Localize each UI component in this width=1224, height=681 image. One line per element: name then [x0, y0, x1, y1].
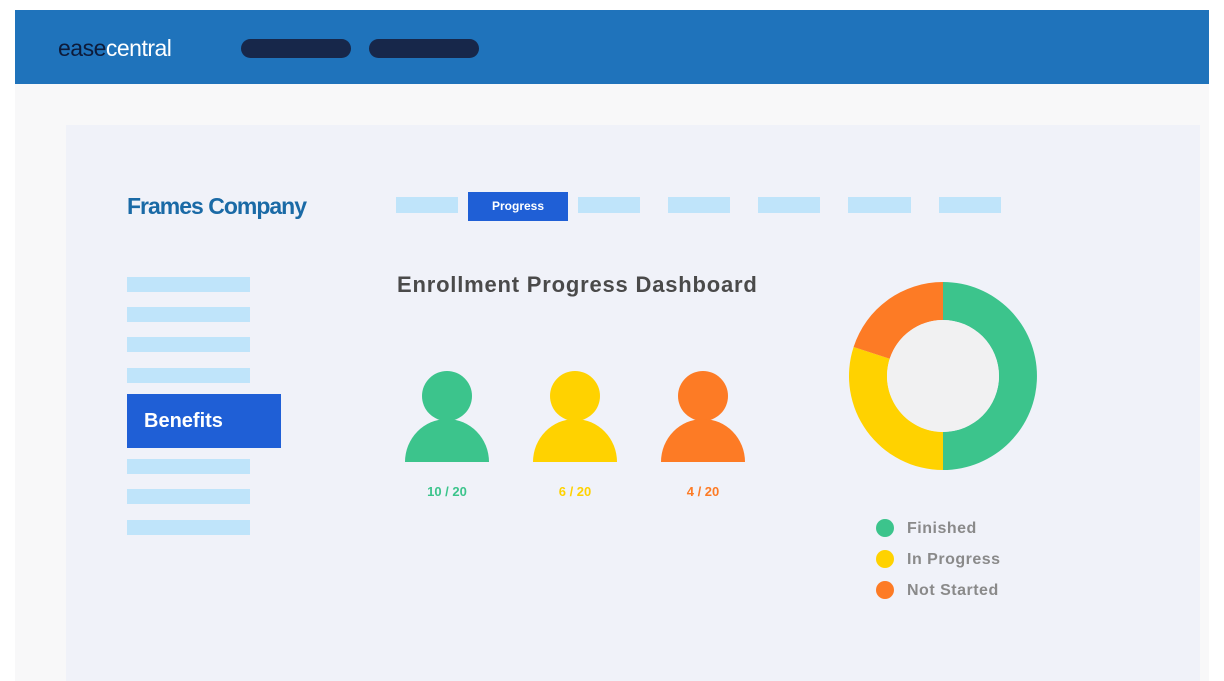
tab-placeholder-6[interactable]: [939, 197, 1001, 213]
not-started-legend-dot: [876, 581, 894, 599]
tab-placeholder-4[interactable]: [758, 197, 820, 213]
tab-placeholder-5[interactable]: [848, 197, 911, 213]
dashboard-title: Enrollment Progress Dashboard: [397, 272, 758, 297]
nav-pill-1[interactable]: [241, 39, 351, 58]
legend-label-in-progress: In Progress: [907, 551, 1001, 568]
easecentral-logo[interactable]: easecentral: [58, 35, 172, 61]
sidebar-item-placeholder-6[interactable]: [127, 489, 250, 504]
in-progress-person-icon: [533, 371, 617, 462]
legend-label-not-started: Not Started: [907, 582, 999, 599]
legend-label-finished: Finished: [907, 520, 977, 537]
not-started-count: 4 / 20: [686, 484, 720, 499]
finished-legend-dot: [876, 519, 894, 537]
sidebar-item-placeholder-4[interactable]: [127, 368, 250, 383]
logo-part-ease: ease: [58, 35, 106, 61]
logo-part-central: central: [105, 35, 172, 61]
sidebar-item-placeholder-1[interactable]: [127, 277, 250, 292]
app-window: easecentral Frames Company Progress Bene…: [15, 10, 1209, 681]
main-panel: Frames Company Progress Benefits Enrollm…: [66, 125, 1200, 681]
sidebar-item-placeholder-5[interactable]: [127, 459, 250, 474]
sidebar-item-benefits[interactable]: Benefits: [127, 394, 281, 448]
in-progress-count: 6 / 20: [558, 484, 592, 499]
finished-person-icon: [405, 371, 489, 462]
donut-center: [887, 320, 999, 432]
tab-placeholder-1[interactable]: [396, 197, 458, 213]
sidebar-item-placeholder-2[interactable]: [127, 307, 250, 322]
sidebar-item-placeholder-7[interactable]: [127, 520, 250, 535]
in-progress-legend-dot: [876, 550, 894, 568]
tab-placeholder-2[interactable]: [578, 197, 640, 213]
company-name: Frames Company: [127, 193, 307, 219]
finished-count: 10 / 20: [427, 484, 467, 499]
top-bar: easecentral: [15, 10, 1209, 84]
nav-pill-2[interactable]: [369, 39, 479, 58]
sidebar-item-placeholder-3[interactable]: [127, 337, 250, 352]
enrollment-donut-chart: [849, 282, 1037, 470]
tab-progress[interactable]: Progress: [468, 192, 568, 221]
tab-placeholder-3[interactable]: [668, 197, 730, 213]
not-started-person-icon: [661, 371, 745, 462]
